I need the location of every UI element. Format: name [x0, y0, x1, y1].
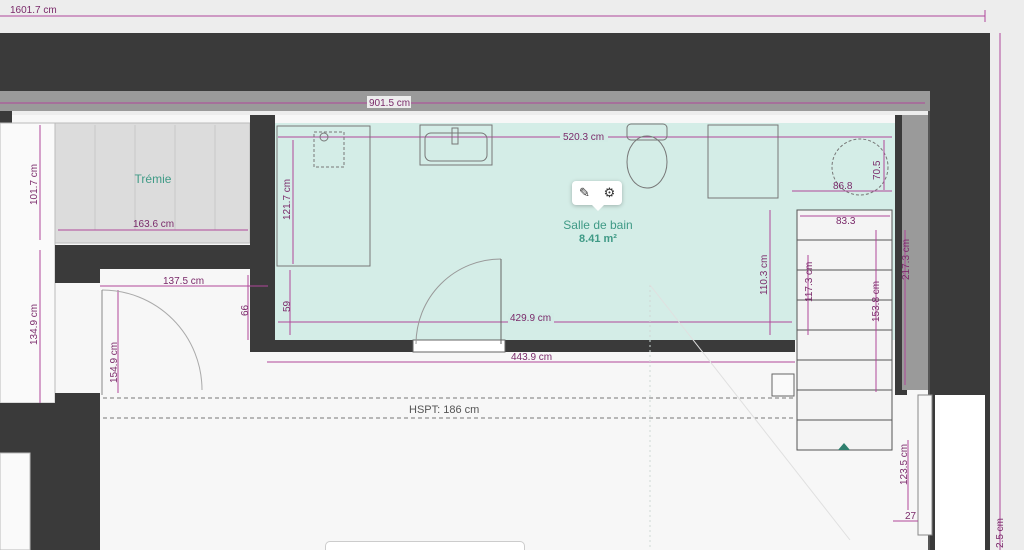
dim-left-lower: 134.9 cm — [29, 304, 40, 345]
wall-top[interactable] — [0, 33, 990, 91]
wall-top-inner[interactable] — [0, 91, 930, 111]
dim-59: 59 — [282, 300, 293, 312]
wall-left-stub — [0, 111, 12, 123]
bottom-panel-tab[interactable] — [325, 541, 525, 550]
dim-shower: 121.7 cm — [282, 179, 293, 220]
dim-circle-height: 70.5 — [872, 160, 883, 180]
left-room — [0, 122, 56, 404]
dim-bath-inner: 429.9 cm — [510, 313, 551, 324]
wall-mid-left-block — [55, 245, 100, 283]
dim-right-wall: 217.3 cm — [901, 239, 912, 280]
dim-right-lower: 123.5 cm — [899, 444, 910, 485]
dim-top-total: 1601.7 cm — [10, 5, 57, 16]
gear-icon[interactable]: ⚙ — [601, 184, 619, 202]
dim-66: 66 — [240, 304, 251, 316]
bathroom-area: 8.41 m² — [579, 233, 617, 245]
dim-right-small: 27 — [905, 511, 917, 522]
tremie-label: Trémie — [135, 172, 172, 186]
dim-door-left: 154.9 cm — [109, 342, 120, 383]
dim-tremie: 163.6 cm — [133, 219, 174, 230]
right-room — [935, 395, 985, 550]
floor-plan-canvas[interactable]: 1601.7 cm 901.5 cm 101.7 cm 134.9 cm Tré… — [0, 0, 1024, 550]
dim-door-width: 137.5 cm — [163, 276, 204, 287]
left-lower-room — [0, 452, 31, 550]
post — [771, 373, 795, 397]
dim-circle-width: 86.8 — [833, 181, 853, 192]
dim-left-upper: 101.7 cm — [29, 164, 40, 205]
room-toolbar: ✎ ⚙ — [572, 181, 622, 211]
bath-door-opening[interactable] — [412, 339, 506, 353]
hspt-label: HSPT: 186 cm — [409, 404, 479, 416]
outer-wall-edge — [985, 33, 990, 550]
pencil-icon[interactable]: ✎ — [576, 184, 594, 202]
dim-stair-width: 83.3 — [836, 216, 856, 227]
wall-left-bottom — [0, 403, 100, 453]
floor-plan-svg[interactable]: 1601.7 cm 901.5 cm 101.7 cm 134.9 cm Tré… — [0, 0, 1024, 550]
dim-stair-height: 117.3 cm — [804, 262, 815, 302]
dim-wall-top: 901.5 cm — [369, 98, 410, 109]
bath-wall-left[interactable] — [250, 115, 275, 350]
dim-bath-right: 110.3 cm — [759, 255, 770, 295]
dim-right-edge: 2.5 cm — [995, 518, 1006, 548]
bathroom-label: Salle de bain — [563, 218, 632, 232]
wall-left-column — [30, 453, 100, 550]
dim-bath-outer: 443.9 cm — [511, 352, 552, 363]
dim-stair-height-2: 153.8 cm — [871, 281, 882, 322]
right-window[interactable] — [917, 394, 933, 536]
dim-bath-width: 520.3 cm — [563, 132, 604, 143]
bath-wall-bottom[interactable] — [250, 340, 795, 352]
